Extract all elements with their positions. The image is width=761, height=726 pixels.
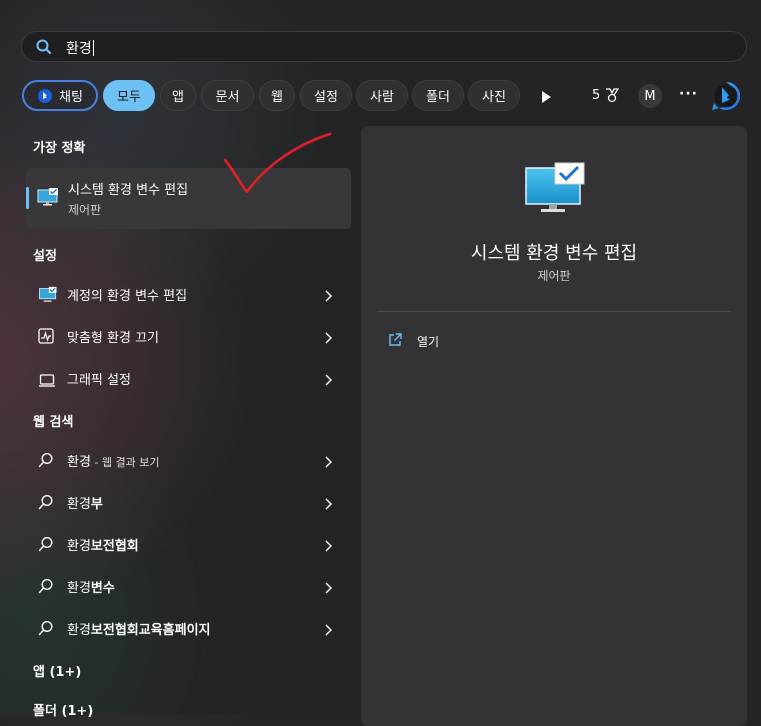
web-result-suggestion: 보전협회 [90,539,139,554]
bing-icon[interactable] [710,80,742,112]
search-box[interactable]: 환경 [21,31,747,62]
account-initial: M [644,88,656,104]
web-result-label: 환경부 [67,493,103,512]
search-query-text: 환경 [66,41,92,57]
chevron-right-icon [324,329,333,348]
filter-all-label: 모두 [117,90,141,105]
filter-documents-label: 문서 [215,90,240,105]
settings-item-label: 계정의 환경 변수 편집 [67,289,188,304]
settings-item-label: 그래픽 설정 [67,373,131,388]
preview-title: 시스템 환경 변수 편집 [470,243,638,264]
laptop-icon [38,372,56,391]
web-result-query: 환경 [67,455,91,470]
account-avatar[interactable]: M [638,84,662,108]
chevron-right-icon [324,495,333,514]
chat-label: 채팅 [59,90,83,105]
search-icon [38,578,54,598]
chat-button[interactable]: 채팅 [22,80,98,111]
search-icon [38,620,54,640]
chevron-right-icon [324,621,333,640]
divider [377,311,731,312]
best-match-subtitle: 제어판 [68,203,102,217]
scroll-filters-play-icon[interactable] [540,89,552,108]
selection-indicator [26,187,29,209]
chevron-right-icon [324,537,333,556]
system-properties-icon [38,286,58,307]
system-properties-icon [525,162,585,218]
search-icon [38,494,54,514]
filter-apps-label: 앱 [172,90,184,105]
text-caret [92,40,94,56]
web-result-query: 환경 [67,581,91,596]
best-match-header: 가장 정확 [33,141,86,156]
settings-item-account-env[interactable]: 계정의 환경 변수 편집 [26,276,351,312]
chevron-right-icon [324,371,333,390]
search-icon [38,452,54,472]
filter-photos-label: 사진 [482,90,506,105]
settings-header: 설정 [33,249,57,264]
filter-web[interactable]: 웹 [259,80,295,111]
web-result-query: 환경 [67,539,91,554]
search-icon [38,536,54,556]
web-result-suggestion: 부 [90,497,103,512]
web-result-label: 환경보전협회 [67,535,139,554]
red-checkmark-annotation [223,132,332,194]
rewards-points-value: 5 [592,88,601,103]
web-result-item[interactable]: 환경보전협회교육홈페이지 [26,610,351,646]
chevron-right-icon [324,453,333,472]
web-result-label: 환경보전협회교육홈페이지 [67,619,211,638]
web-result-item[interactable]: 환경변수 [26,568,351,604]
filter-people-label: 사람 [370,90,394,105]
filter-settings-label: 설정 [314,90,338,105]
preview-panel: 시스템 환경 변수 편집 제어판 열기 [361,126,747,726]
web-result-label: 환경변수 [67,577,115,596]
bing-chat-icon [38,88,53,103]
best-match-title: 시스템 환경 변수 편집 [68,183,189,198]
rewards-points[interactable]: 5 [592,88,600,103]
settings-item-tailored-experience[interactable]: 맞춤형 환경 끄기 [26,318,351,354]
apps-header[interactable]: 앱 (1+) [33,661,81,680]
filter-all[interactable]: 모두 [103,80,155,111]
web-result-query: 환경 [67,623,91,638]
open-action[interactable]: 열기 [387,332,507,352]
filter-settings[interactable]: 설정 [300,80,352,111]
search-input[interactable]: 환경 [66,38,94,58]
filter-folders[interactable]: 폴더 [412,80,464,111]
filter-web-label: 웹 [271,90,283,105]
chevron-right-icon [324,579,333,598]
web-result-item[interactable]: 환경보전협회 [26,526,351,562]
system-properties-icon [37,187,59,211]
search-icon [36,39,52,59]
filter-documents[interactable]: 문서 [201,80,254,111]
web-result-suggestion: 보전협회교육홈페이지 [90,623,211,638]
settings-item-graphics[interactable]: 그래픽 설정 [26,360,351,396]
medal-icon [604,87,620,107]
settings-item-label: 맞춤형 환경 끄기 [67,331,159,346]
web-search-header: 웹 검색 [33,415,74,430]
filter-people[interactable]: 사람 [356,80,408,111]
open-external-icon [387,332,403,352]
web-result-query: 환경 [67,497,91,512]
filter-photos[interactable]: 사진 [468,80,520,111]
activity-chart-icon [38,328,54,348]
web-result-suggestion: 변수 [90,581,115,596]
web-result-hint: - 웹 결과 보기 [90,456,160,469]
more-options-icon[interactable]: ··· [679,86,698,102]
folders-header[interactable]: 폴더 (1+) [33,700,93,719]
filter-folders-label: 폴더 [426,90,450,105]
preview-subtitle: 제어판 [537,269,571,283]
filter-apps[interactable]: 앱 [160,80,196,111]
web-result-label: 환경 - 웹 결과 보기 [67,451,159,470]
chevron-right-icon [324,287,333,306]
open-label: 열기 [417,335,440,349]
web-result-item[interactable]: 환경 - 웹 결과 보기 [26,442,351,478]
web-result-item[interactable]: 환경부 [26,484,351,520]
